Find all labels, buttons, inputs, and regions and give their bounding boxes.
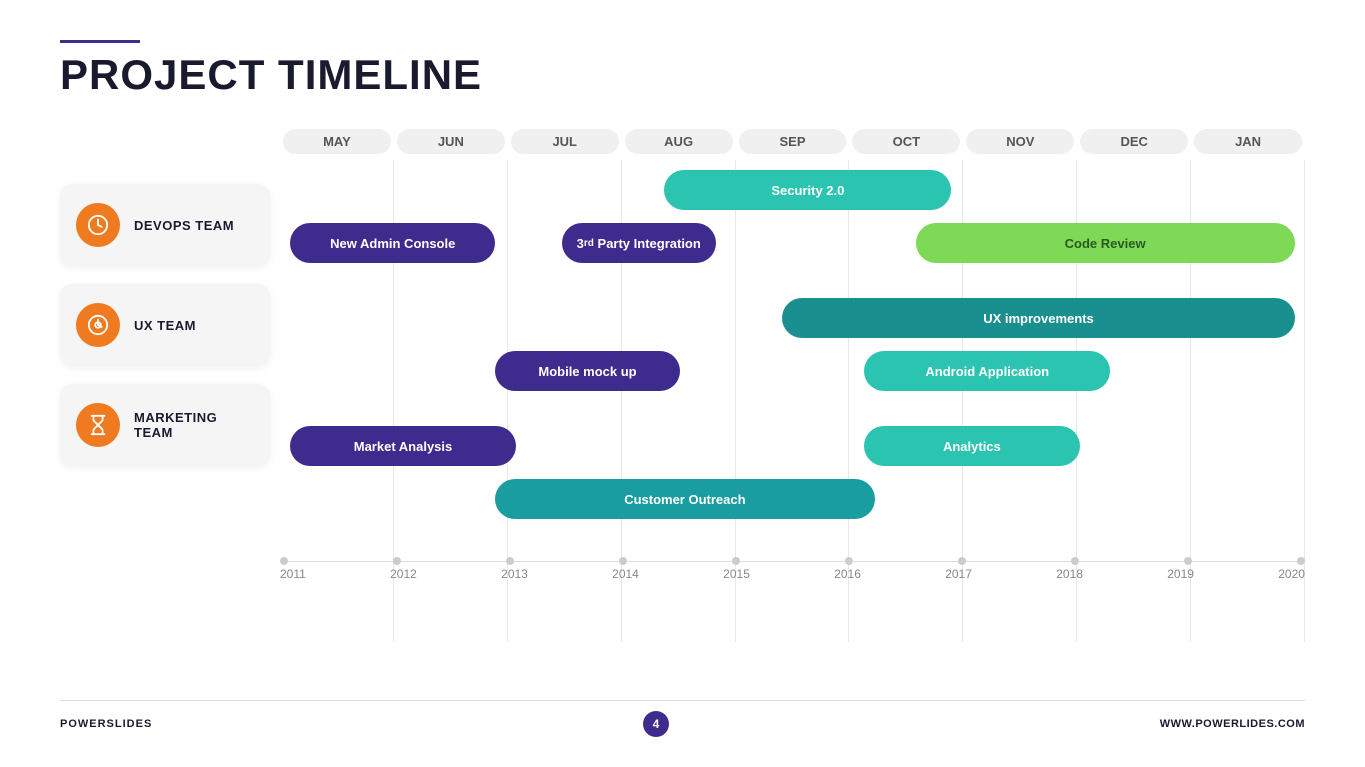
devops-icon (76, 203, 120, 247)
bottom-axis: 2011 2012 2013 2014 2015 2016 2017 2018 … (280, 557, 1305, 581)
dot-5 (732, 557, 740, 565)
footer-brand: POWERSLIDES (60, 718, 152, 730)
team-card-devops: DEVOPS TEAM (60, 184, 270, 266)
dot-3 (506, 557, 514, 565)
teams-panel: DEVOPS TEAM UX TEAM (60, 129, 270, 692)
dot-7 (958, 557, 966, 565)
year-2016: 2016 (834, 567, 861, 581)
header-accent-line (60, 40, 140, 43)
bar-3rd-party-integration: 3rd Party Integration (562, 223, 716, 263)
year-2012: 2012 (390, 567, 417, 581)
dot-8 (1071, 557, 1079, 565)
dot-2 (393, 557, 401, 565)
footer-page-number: 4 (643, 711, 669, 737)
bar-security-20: Security 2.0 (664, 170, 951, 210)
year-2013: 2013 (501, 567, 528, 581)
axis-line-9 (1192, 561, 1297, 562)
devops-row: Security 2.0 New Admin Console 3rd Party… (280, 165, 1305, 275)
year-2020: 2020 (1278, 567, 1305, 581)
bar-code-review: Code Review (916, 223, 1295, 263)
month-jun: JUN (397, 129, 505, 154)
ux-row: UX improvements Mobile mock up Android A… (280, 293, 1305, 403)
main-content: DEVOPS TEAM UX TEAM (60, 129, 1305, 692)
bar-mobile-mockup: Mobile mock up (495, 351, 680, 391)
page: PROJECT TIMELINE DEVOPS TEAM (0, 0, 1365, 767)
team-card-marketing: MARKETING TEAM (60, 384, 270, 466)
axis-dots-row (280, 557, 1305, 565)
grid-area: Security 2.0 New Admin Console 3rd Party… (280, 160, 1305, 692)
month-jan: JAN (1194, 129, 1302, 154)
dot-9 (1184, 557, 1192, 565)
dot-1 (280, 557, 288, 565)
year-2018: 2018 (1056, 567, 1083, 581)
marketing-team-label: MARKETING TEAM (134, 410, 254, 440)
axis-line-4 (627, 561, 732, 562)
axis-line-5 (740, 561, 845, 562)
axis-line-2 (401, 561, 506, 562)
bar-customer-outreach: Customer Outreach (495, 479, 874, 519)
year-2014: 2014 (612, 567, 639, 581)
bar-ux-improvements: UX improvements (782, 298, 1295, 338)
axis-line-8 (1079, 561, 1184, 562)
month-dec: DEC (1080, 129, 1188, 154)
year-labels: 2011 2012 2013 2014 2015 2016 2017 2018 … (280, 567, 1305, 581)
ux-icon (76, 303, 120, 347)
axis-line-3 (514, 561, 619, 562)
dot-6 (845, 557, 853, 565)
dot-10 (1297, 557, 1305, 565)
axis-line-7 (966, 561, 1071, 562)
bar-new-admin-console: New Admin Console (290, 223, 495, 263)
dot-4 (619, 557, 627, 565)
footer: POWERSLIDES 4 WWW.POWERLIDES.COM (60, 700, 1305, 737)
year-2011: 2011 (280, 567, 306, 581)
month-sep: SEP (739, 129, 847, 154)
marketing-row: Market Analysis Analytics Customer Outre… (280, 421, 1305, 531)
bar-analytics: Analytics (864, 426, 1079, 466)
month-oct: OCT (852, 129, 960, 154)
bar-android-application: Android Application (864, 351, 1110, 391)
month-aug: AUG (625, 129, 733, 154)
ux-team-label: UX TEAM (134, 318, 196, 333)
month-may: MAY (283, 129, 391, 154)
marketing-icon (76, 403, 120, 447)
page-title: PROJECT TIMELINE (60, 51, 1305, 99)
year-2017: 2017 (945, 567, 972, 581)
header: PROJECT TIMELINE (60, 40, 1305, 99)
team-card-ux: UX TEAM (60, 284, 270, 366)
devops-team-label: DEVOPS TEAM (134, 218, 234, 233)
timeline-area: MAY JUN JUL AUG SEP OCT NOV DEC JAN (270, 129, 1305, 692)
month-jul: JUL (511, 129, 619, 154)
year-2019: 2019 (1167, 567, 1194, 581)
months-row: MAY JUN JUL AUG SEP OCT NOV DEC JAN (280, 129, 1305, 154)
month-nov: NOV (966, 129, 1074, 154)
axis-line-1 (288, 561, 393, 562)
year-2015: 2015 (723, 567, 750, 581)
axis-line-6 (853, 561, 958, 562)
bar-market-analysis: Market Analysis (290, 426, 516, 466)
footer-url: WWW.POWERLIDES.COM (1160, 718, 1305, 730)
